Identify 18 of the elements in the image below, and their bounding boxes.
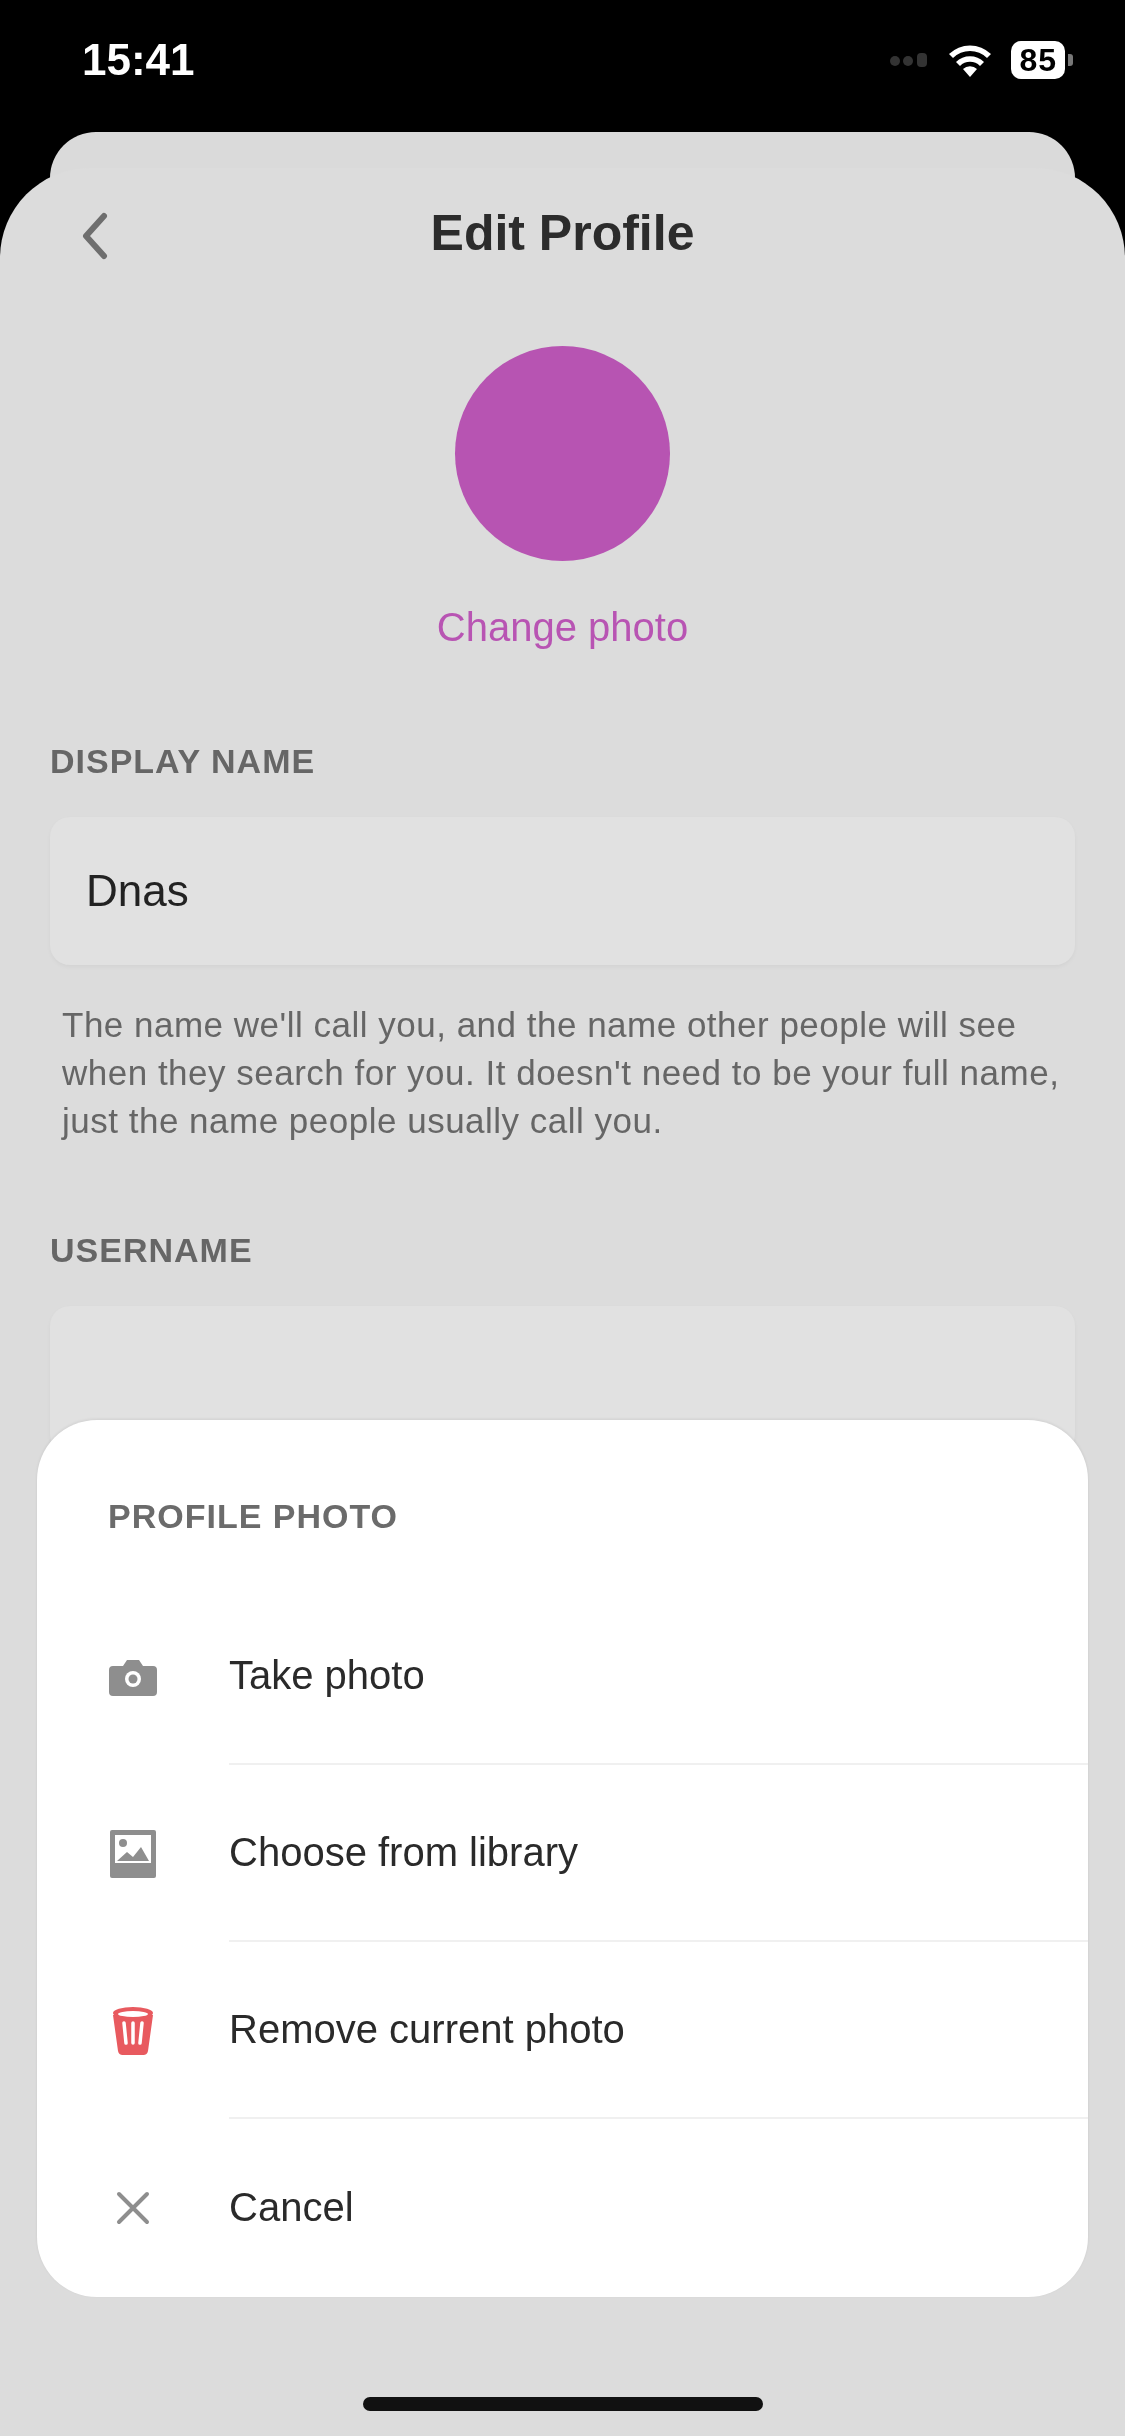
action-sheet-item[interactable]: Remove current photo — [37, 1942, 1088, 2119]
action-sheet-item[interactable]: Choose from library — [37, 1765, 1088, 1942]
action-sheet-title: PROFILE PHOTO — [108, 1496, 400, 1536]
screen-title: Edit Profile — [430, 204, 695, 262]
camera-icon — [109, 1657, 157, 1696]
action-sheet-item[interactable]: Cancel — [37, 2119, 1088, 2296]
trash-icon — [112, 2006, 154, 2055]
username-label: USERNAME — [50, 1231, 254, 1270]
status-time: 15:41 — [82, 35, 195, 85]
wifi-icon — [947, 43, 994, 77]
signal-icon — [889, 53, 930, 67]
display-name-field[interactable]: Dnas — [50, 817, 1075, 965]
display-name-label: DISPLAY NAME — [50, 742, 317, 781]
back-chevron-icon — [82, 212, 108, 260]
action-sheet-item[interactable]: Take photo — [37, 1588, 1088, 1765]
image-icon — [110, 1829, 156, 1878]
close-icon — [116, 2190, 150, 2225]
display-name-help-text: The name we'll call you, and the name other people will see when they search for you. It doesn't need to be your full name, just the name people usually call you. — [62, 1004, 1061, 1142]
